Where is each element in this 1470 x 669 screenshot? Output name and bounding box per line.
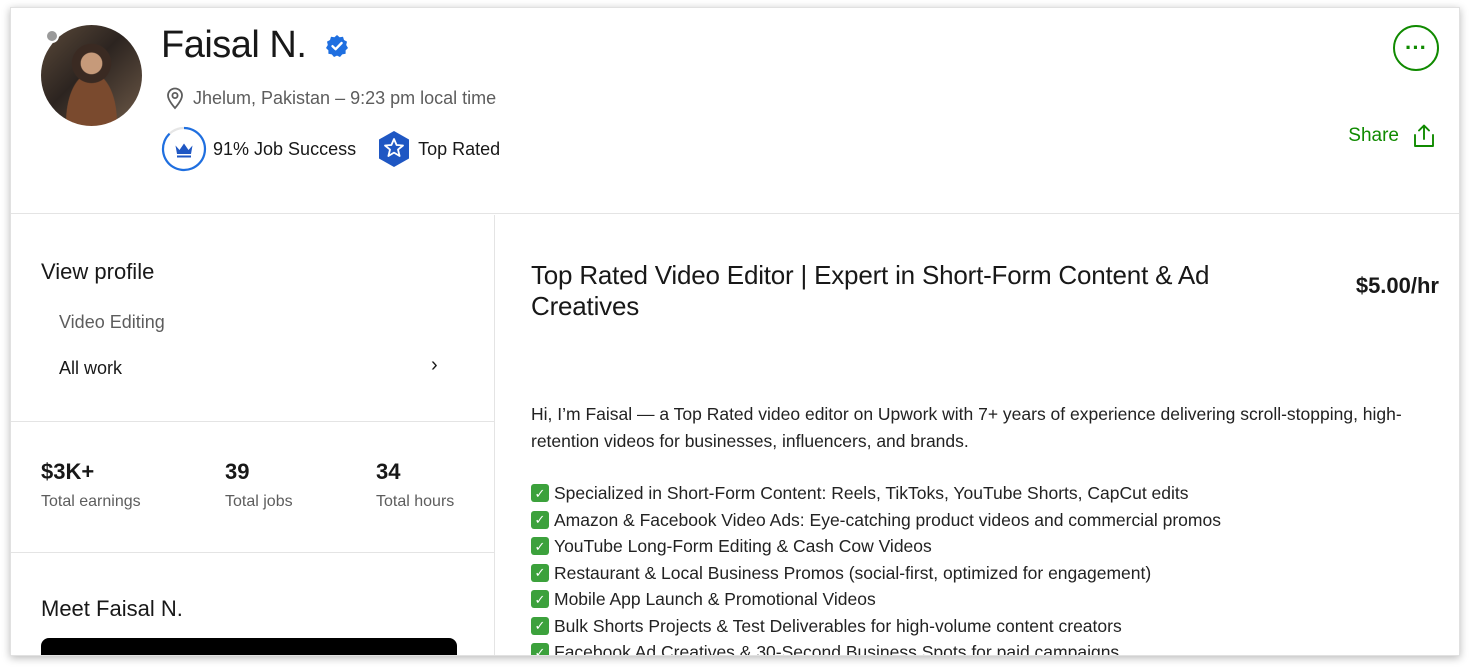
description-intro: Hi, I’m Faisal — a Top Rated video edito… xyxy=(531,404,1402,451)
job-success-crown-icon xyxy=(161,126,207,172)
profile-card: Faisal N. Jhelum, Pakistan – 9:23 pm loc… xyxy=(10,7,1460,656)
location-text: Jhelum, Pakistan – 9:23 pm local time xyxy=(193,87,497,108)
profile-item-all-work[interactable]: All work xyxy=(59,358,122,379)
bullet-text: Restaurant & Local Business Promos (soci… xyxy=(554,562,1152,583)
bullet-text: Facebook Ad Creatives & 30-Second Busine… xyxy=(554,642,1120,656)
share-button[interactable]: Share xyxy=(1348,124,1437,148)
stat-value: 34 xyxy=(376,459,401,484)
top-rated-text: Top Rated xyxy=(418,138,501,159)
more-options-button[interactable]: ··· xyxy=(1393,25,1439,71)
online-status-dot xyxy=(45,29,59,43)
profile-item-video-editing[interactable]: Video Editing xyxy=(59,312,165,333)
list-item: ✓ YouTube Long-Form Editing & Cash Cow Vi… xyxy=(531,533,1431,560)
bullet-text: YouTube Long-Form Editing & Cash Cow Vid… xyxy=(554,536,932,556)
stat-total-earnings: $3K+ Total earnings xyxy=(41,459,141,511)
bullet-text: Bulk Shorts Projects & Test Deliverables… xyxy=(554,615,1122,636)
check-mark-icon: ✓ xyxy=(531,537,549,556)
description-bullets: ✓ Specialized in Short-Form Content: Reel… xyxy=(531,480,1431,656)
job-success-badge[interactable]: 91% Job Success xyxy=(161,126,356,172)
bullet-text: Amazon & Facebook Video Ads: Eye-catchin… xyxy=(554,509,1221,530)
stat-total-jobs: 39 Total jobs xyxy=(225,459,293,511)
check-mark-icon: ✓ xyxy=(531,590,549,609)
check-mark-icon: ✓ xyxy=(531,484,549,503)
share-label: Share xyxy=(1348,125,1399,146)
meet-heading: Meet Faisal N. xyxy=(41,596,183,621)
view-profile-section: View profile Video Editing All work › xyxy=(11,215,495,422)
hourly-rate: $5.00/hr xyxy=(1355,273,1439,298)
check-mark-icon: ✓ xyxy=(531,563,549,582)
check-mark-icon: ✓ xyxy=(531,643,549,655)
list-item: ✓ Bulk Shorts Projects & Test Deliverable… xyxy=(531,613,1431,640)
freelancer-name: Faisal N. xyxy=(161,24,307,66)
profile-sidebar: View profile Video Editing All work › $3… xyxy=(11,215,495,655)
stat-label: Total jobs xyxy=(225,493,293,510)
share-icon xyxy=(1414,124,1434,147)
list-item: ✓ Facebook Ad Creatives & 30-Second Busin… xyxy=(531,639,1431,656)
location-line: Jhelum, Pakistan – 9:23 pm local time xyxy=(165,86,496,110)
stat-total-hours: 34 Total hours xyxy=(376,459,454,511)
more-options-icon: ··· xyxy=(1405,35,1427,60)
list-item: ✓ Specialized in Short-Form Content: Reel… xyxy=(531,480,1431,507)
profile-main: Top Rated Video Editor | Expert in Short… xyxy=(496,215,1459,656)
list-item: ✓ Restaurant & Local Business Promos (soc… xyxy=(531,560,1431,587)
intro-video-player[interactable] xyxy=(41,638,457,655)
bullet-text: Mobile App Launch & Promotional Videos xyxy=(554,589,876,609)
stat-value: 39 xyxy=(225,459,250,484)
list-item: ✓ Mobile App Launch & Promotional Videos xyxy=(531,586,1431,613)
check-mark-icon: ✓ xyxy=(531,510,549,529)
stats-section: $3K+ Total earnings 39 Total jobs 34 Tot… xyxy=(11,423,495,553)
job-success-text: 91% Job Success xyxy=(213,138,357,159)
profile-description: Hi, I’m Faisal — a Top Rated video edito… xyxy=(531,401,1431,656)
stat-label: Total hours xyxy=(376,493,455,510)
check-mark-icon: ✓ xyxy=(531,616,549,635)
view-profile-heading: View profile xyxy=(41,259,155,284)
badges-row: 91% Job Success Top Rated xyxy=(161,126,520,172)
top-rated-badge[interactable]: Top Rated xyxy=(376,130,500,168)
location-pin-icon xyxy=(167,87,183,110)
top-rated-star-icon xyxy=(379,131,410,167)
list-item: ✓ Amazon & Facebook Video Ads: Eye-catchi… xyxy=(531,507,1431,534)
stat-value: $3K+ xyxy=(41,459,95,484)
profile-title: Top Rated Video Editor | Expert in Short… xyxy=(531,260,1210,321)
profile-header: Faisal N. Jhelum, Pakistan – 9:23 pm loc… xyxy=(11,8,1459,214)
chevron-right-icon[interactable]: › xyxy=(431,354,438,377)
bullet-text: Specialized in Short-Form Content: Reels… xyxy=(554,483,1189,503)
verified-badge-icon xyxy=(326,35,348,57)
stat-label: Total earnings xyxy=(41,493,141,510)
